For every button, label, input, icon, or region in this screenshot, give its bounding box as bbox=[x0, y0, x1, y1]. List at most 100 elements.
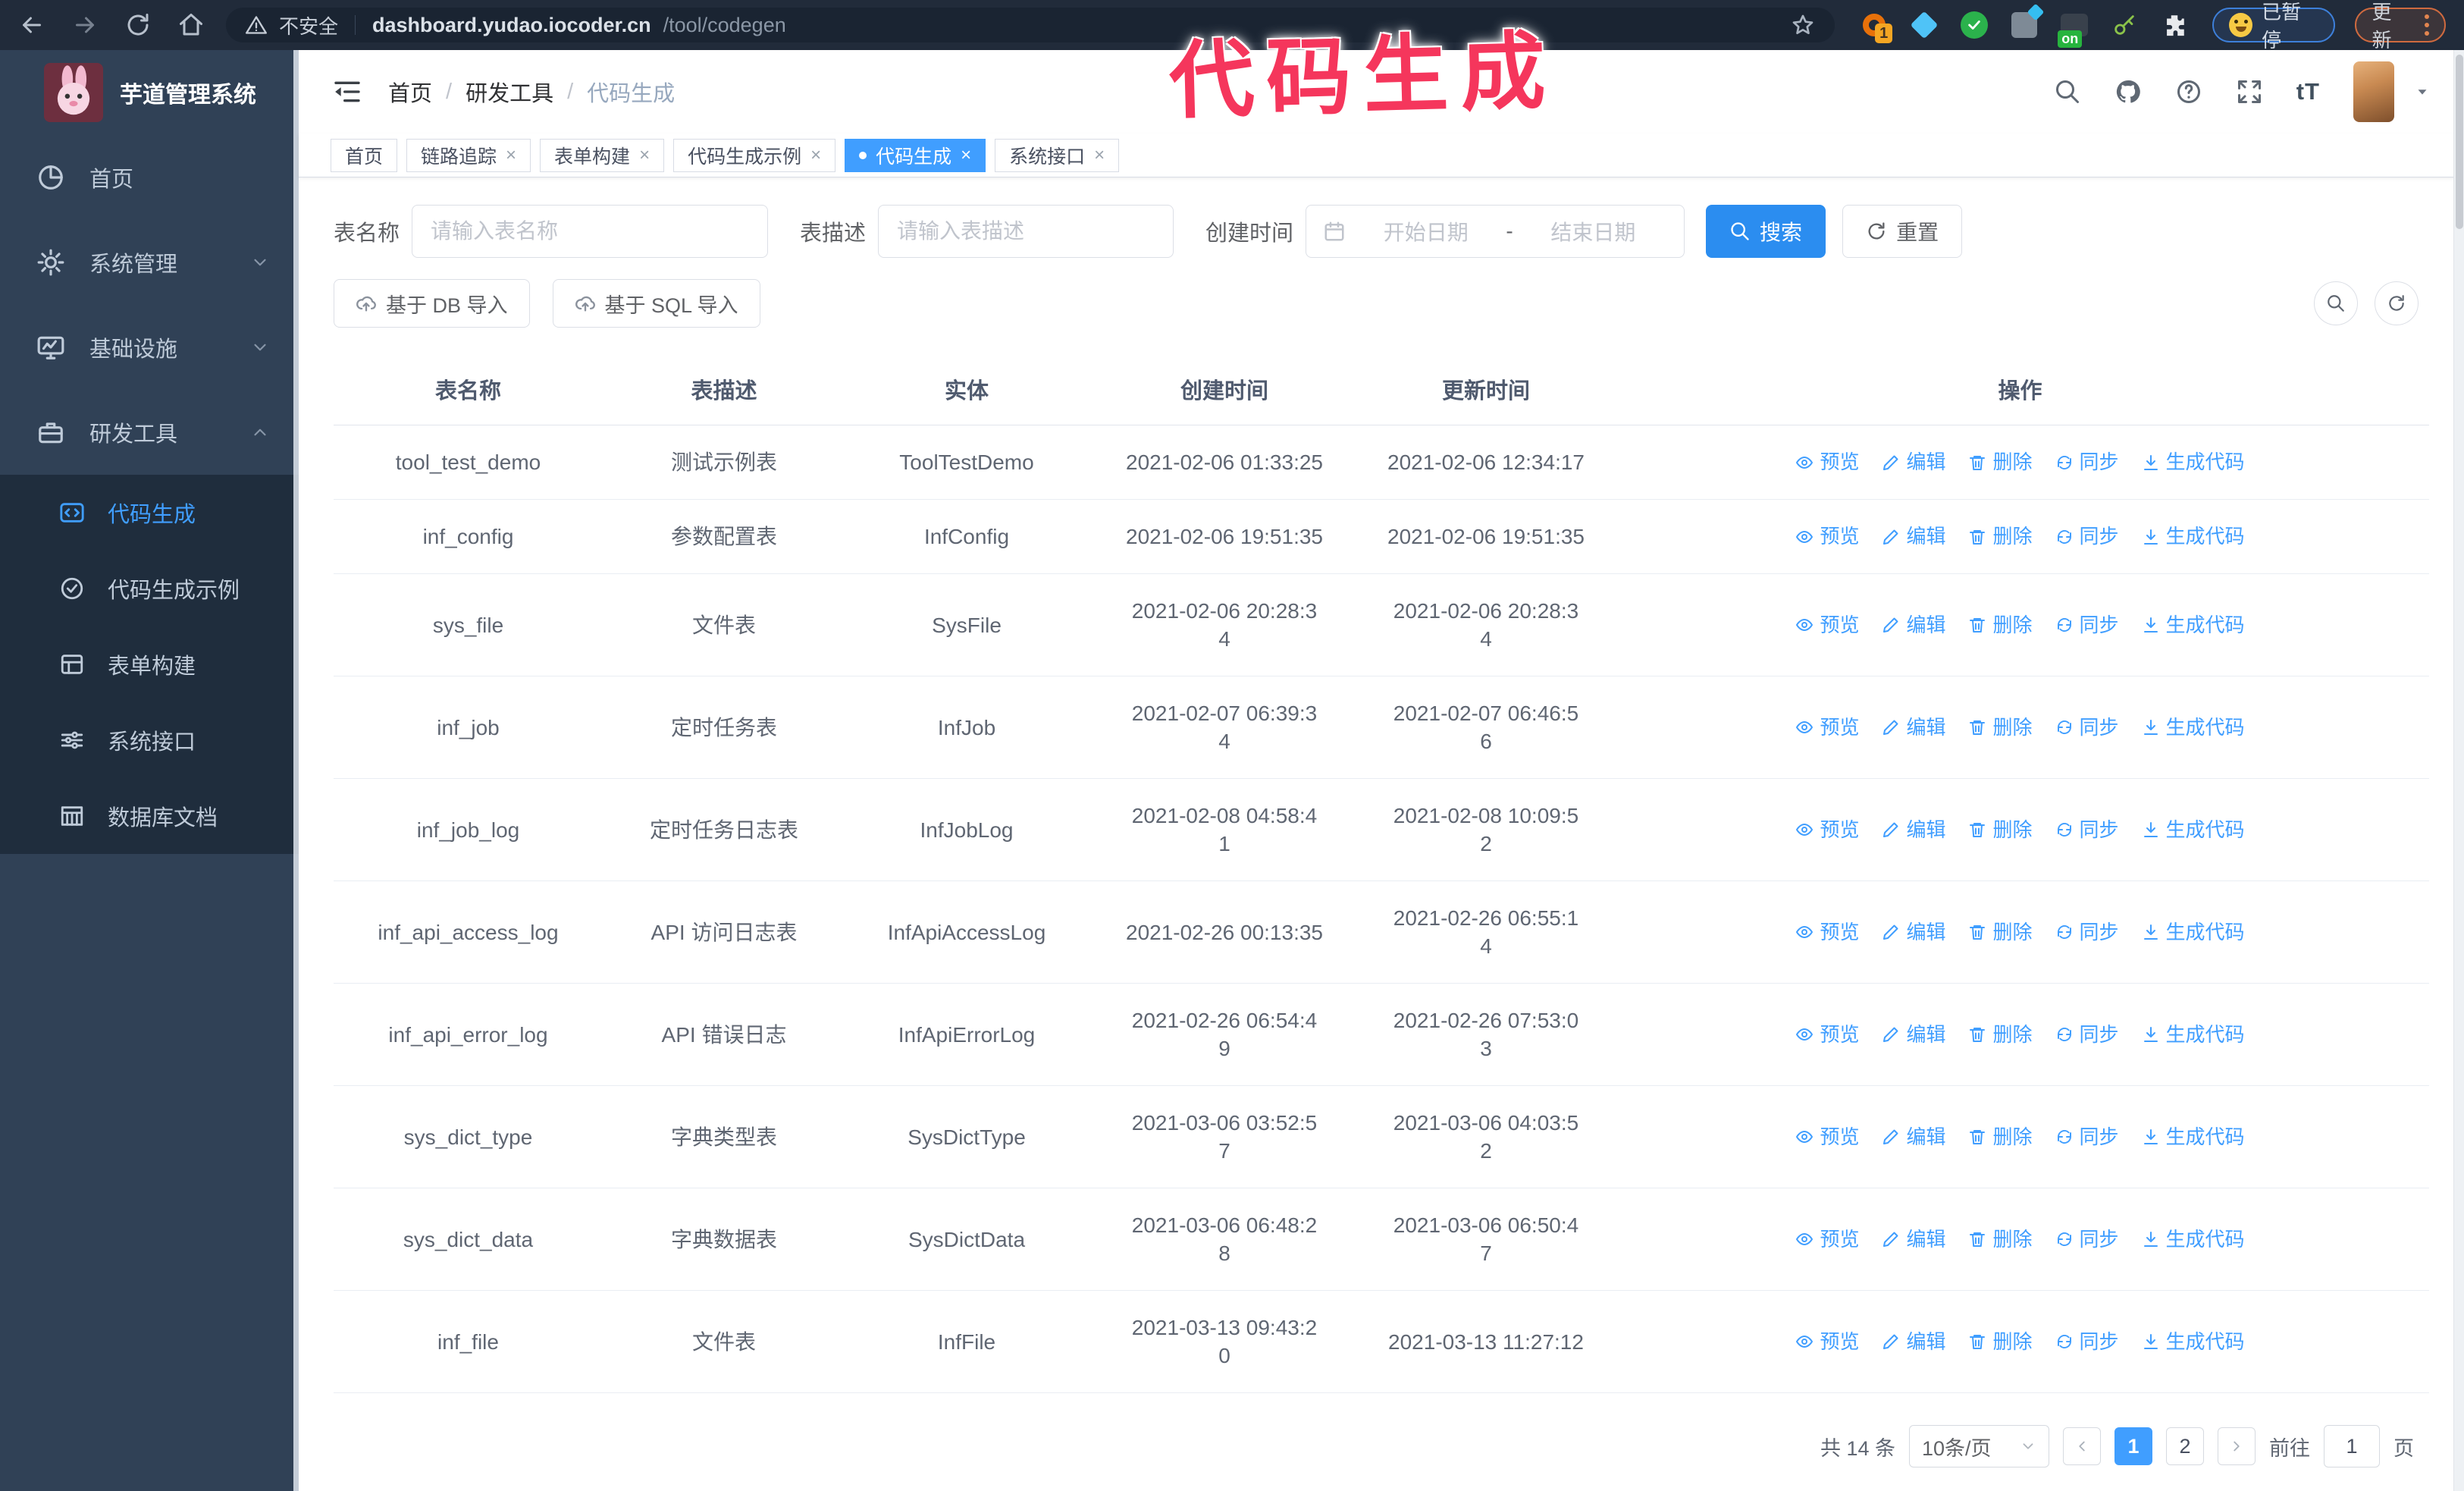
edit-link[interactable]: 编辑 bbox=[1882, 523, 1945, 551]
preview-link[interactable]: 预览 bbox=[1795, 448, 1859, 476]
user-avatar[interactable] bbox=[2353, 61, 2394, 122]
browser-menu-icon[interactable] bbox=[2425, 14, 2429, 36]
preview-link[interactable]: 预览 bbox=[1795, 816, 1859, 844]
sync-link[interactable]: 同步 bbox=[2055, 448, 2119, 476]
generate-code-link[interactable]: 生成代码 bbox=[2142, 918, 2245, 946]
edit-link[interactable]: 编辑 bbox=[1882, 1123, 1945, 1151]
delete-link[interactable]: 删除 bbox=[1968, 448, 2033, 476]
edit-link[interactable]: 编辑 bbox=[1882, 816, 1945, 844]
generate-code-link[interactable]: 生成代码 bbox=[2142, 1226, 2245, 1254]
delete-link[interactable]: 删除 bbox=[1968, 918, 2033, 946]
sidebar-item-codegen[interactable]: 代码生成 bbox=[0, 475, 299, 551]
browser-scrollbar[interactable] bbox=[2453, 50, 2464, 1491]
close-icon[interactable]: × bbox=[506, 146, 516, 165]
preview-link[interactable]: 预览 bbox=[1795, 1021, 1859, 1049]
preview-link[interactable]: 预览 bbox=[1795, 1123, 1859, 1151]
sidebar-item-codegen-example[interactable]: 代码生成示例 bbox=[0, 551, 299, 626]
date-range-picker[interactable]: 开始日期 - 结束日期 bbox=[1306, 205, 1685, 258]
import-db-button[interactable]: 基于 DB 导入 bbox=[334, 279, 530, 328]
scrollbar-thumb[interactable] bbox=[2456, 55, 2463, 229]
tab-codegen[interactable]: 代码生成 × bbox=[845, 138, 986, 172]
import-sql-button[interactable]: 基于 SQL 导入 bbox=[552, 279, 760, 328]
extension-tabs-icon[interactable] bbox=[2009, 3, 2045, 40]
tab-codegen-example[interactable]: 代码生成示例 × bbox=[673, 138, 836, 172]
extensions-puzzle-icon[interactable] bbox=[2159, 10, 2190, 40]
tab-home[interactable]: 首页 bbox=[331, 138, 398, 172]
toggle-search-button[interactable] bbox=[2314, 281, 2358, 325]
extension-orange-icon[interactable]: 1 bbox=[1859, 10, 1893, 43]
sync-link[interactable]: 同步 bbox=[2055, 816, 2119, 844]
github-icon[interactable] bbox=[2114, 78, 2142, 105]
edit-link[interactable]: 编辑 bbox=[1882, 448, 1945, 476]
delete-link[interactable]: 删除 bbox=[1968, 1123, 2033, 1151]
sync-link[interactable]: 同步 bbox=[2055, 1226, 2119, 1254]
back-icon[interactable] bbox=[18, 11, 45, 39]
generate-code-link[interactable]: 生成代码 bbox=[2142, 714, 2245, 742]
reset-button[interactable]: 重置 bbox=[1842, 205, 1963, 258]
close-icon[interactable]: × bbox=[961, 146, 971, 165]
tab-system-api[interactable]: 系统接口 × bbox=[995, 138, 1120, 172]
sidebar-item-infra[interactable]: 基础设施 bbox=[0, 305, 299, 390]
search-button[interactable]: 搜索 bbox=[1706, 205, 1826, 258]
extension-on-icon[interactable]: on bbox=[2058, 10, 2089, 48]
generate-code-link[interactable]: 生成代码 bbox=[2142, 1021, 2245, 1049]
home-icon[interactable] bbox=[177, 11, 205, 39]
help-icon[interactable] bbox=[2175, 78, 2202, 105]
delete-link[interactable]: 删除 bbox=[1968, 1328, 2033, 1356]
delete-link[interactable]: 删除 bbox=[1968, 816, 2033, 844]
reload-icon[interactable] bbox=[124, 11, 152, 39]
sync-link[interactable]: 同步 bbox=[2055, 611, 2119, 639]
breadcrumb-devtools[interactable]: 研发工具 bbox=[466, 76, 553, 108]
sync-link[interactable]: 同步 bbox=[2055, 1021, 2119, 1049]
generate-code-link[interactable]: 生成代码 bbox=[2142, 1123, 2245, 1151]
sync-link[interactable]: 同步 bbox=[2055, 1328, 2119, 1356]
close-icon[interactable]: × bbox=[810, 146, 821, 165]
extension-check-icon[interactable] bbox=[1959, 10, 1989, 40]
tab-trace[interactable]: 链路追踪 × bbox=[406, 138, 531, 172]
preview-link[interactable]: 预览 bbox=[1795, 611, 1859, 639]
sidebar-item-system-api[interactable]: 系统接口 bbox=[0, 702, 299, 778]
sync-link[interactable]: 同步 bbox=[2055, 1123, 2119, 1151]
generate-code-link[interactable]: 生成代码 bbox=[2142, 1328, 2245, 1356]
sidebar-item-db-doc[interactable]: 数据库文档 bbox=[0, 778, 299, 854]
delete-link[interactable]: 删除 bbox=[1968, 523, 2033, 551]
app-logo[interactable]: 芋道管理系统 bbox=[0, 50, 299, 135]
delete-link[interactable]: 删除 bbox=[1968, 611, 2033, 639]
page-size-select[interactable]: 10条/页 bbox=[1909, 1425, 2049, 1467]
caret-down-icon[interactable] bbox=[2414, 83, 2431, 100]
breadcrumb-home[interactable]: 首页 bbox=[388, 76, 432, 108]
prev-page-button[interactable] bbox=[2063, 1427, 2101, 1465]
url-bar[interactable]: 不安全 dashboard.yudao.iocoder.cn /tool/cod… bbox=[226, 8, 1835, 42]
delete-link[interactable]: 删除 bbox=[1968, 1226, 2033, 1254]
forward-icon[interactable] bbox=[71, 11, 99, 39]
preview-link[interactable]: 预览 bbox=[1795, 918, 1859, 946]
page-button-2[interactable]: 2 bbox=[2166, 1427, 2204, 1465]
generate-code-link[interactable]: 生成代码 bbox=[2142, 448, 2245, 476]
update-button[interactable]: 更新 bbox=[2355, 1, 2446, 52]
edit-link[interactable]: 编辑 bbox=[1882, 1328, 1945, 1356]
generate-code-link[interactable]: 生成代码 bbox=[2142, 816, 2245, 844]
sidebar-scrollbar[interactable] bbox=[293, 50, 299, 1491]
sidebar-item-system[interactable]: 系统管理 bbox=[0, 220, 299, 305]
sidebar-item-home[interactable]: 首页 bbox=[0, 135, 299, 220]
generate-code-link[interactable]: 生成代码 bbox=[2142, 523, 2245, 551]
table-desc-input[interactable] bbox=[878, 205, 1174, 258]
sync-link[interactable]: 同步 bbox=[2055, 918, 2119, 946]
edit-link[interactable]: 编辑 bbox=[1882, 611, 1945, 639]
profile-paused-pill[interactable]: 已暂停 bbox=[2212, 1, 2336, 52]
edit-link[interactable]: 编辑 bbox=[1882, 714, 1945, 742]
next-page-button[interactable] bbox=[2218, 1427, 2256, 1465]
edit-link[interactable]: 编辑 bbox=[1882, 1226, 1945, 1254]
extension-gem-icon[interactable] bbox=[1909, 10, 1939, 40]
goto-page-input[interactable] bbox=[2324, 1425, 2380, 1467]
extension-key-icon[interactable] bbox=[2109, 10, 2140, 40]
close-icon[interactable]: × bbox=[639, 146, 650, 165]
close-icon[interactable]: × bbox=[1094, 146, 1105, 165]
refresh-table-button[interactable] bbox=[2375, 281, 2419, 325]
tab-form-builder[interactable]: 表单构建 × bbox=[540, 138, 665, 172]
page-button-1[interactable]: 1 bbox=[2114, 1427, 2152, 1465]
sync-link[interactable]: 同步 bbox=[2055, 714, 2119, 742]
preview-link[interactable]: 预览 bbox=[1795, 1226, 1859, 1254]
table-name-input[interactable] bbox=[412, 205, 769, 258]
preview-link[interactable]: 预览 bbox=[1795, 1328, 1859, 1356]
